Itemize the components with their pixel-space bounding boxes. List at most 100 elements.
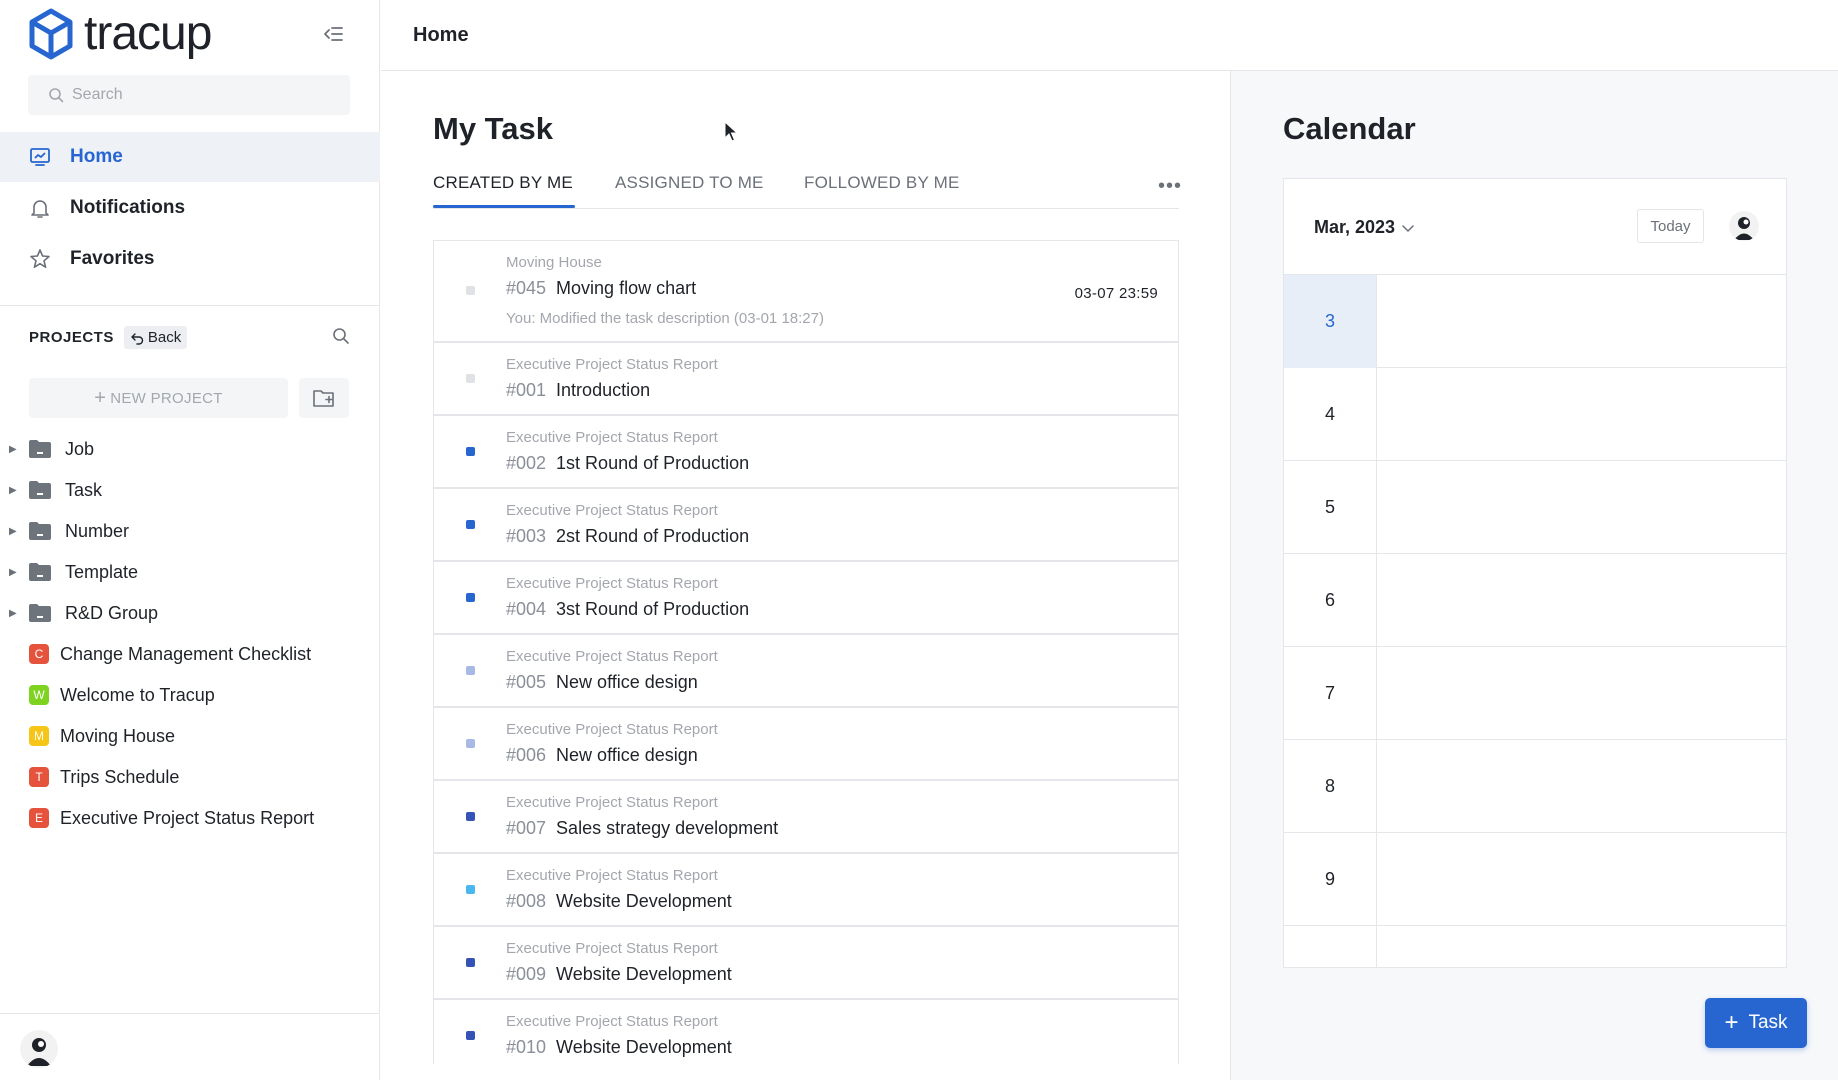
calendar-box: Mar, 2023 Today 3 4 5 6 7 8 9	[1283, 178, 1787, 968]
task-activity: You: Modified the task description (03-0…	[506, 310, 824, 327]
project-badge: W	[29, 685, 49, 705]
sidebar: tracup Home Notifications	[0, 0, 380, 1080]
project-item-trips-schedule[interactable]: T Trips Schedule	[0, 759, 380, 795]
calendar-row: 5	[1284, 461, 1786, 554]
page-title: Home	[413, 24, 469, 46]
folder-icon	[29, 522, 51, 540]
calendar-column-divider	[1376, 926, 1377, 967]
task-project: Executive Project Status Report	[506, 721, 718, 738]
task-title: #009 Website Development	[506, 964, 732, 985]
task-card[interactable]: Executive Project Status Report #001 Intr…	[433, 342, 1179, 415]
undo-arrow-icon	[131, 332, 144, 345]
task-card[interactable]: Executive Project Status Report #007 Sale…	[433, 780, 1179, 853]
sidebar-search[interactable]	[28, 75, 350, 115]
active-tab-indicator	[433, 205, 575, 208]
task-id: #004	[506, 599, 547, 619]
collapse-sidebar-button[interactable]	[322, 22, 348, 48]
task-project: Executive Project Status Report	[506, 867, 718, 884]
task-name: 3st Round of Production	[556, 599, 750, 619]
task-name: New office design	[556, 745, 698, 765]
folder-item-job[interactable]: ▶ Job	[0, 431, 380, 467]
calendar-row: 9	[1284, 833, 1786, 926]
month-selector[interactable]: Mar, 2023	[1314, 217, 1415, 238]
project-item-executive-report[interactable]: E Executive Project Status Report	[0, 800, 380, 836]
today-button[interactable]: Today	[1637, 209, 1704, 243]
folder-item-number[interactable]: ▶ Number	[0, 513, 380, 549]
calendar-day[interactable]: 7	[1284, 647, 1377, 740]
folder-item-rd-group[interactable]: ▶ R&D Group	[0, 595, 380, 631]
status-dot	[466, 286, 475, 295]
task-card[interactable]: Executive Project Status Report #009 Webs…	[433, 926, 1179, 999]
calendar-row: 4	[1284, 368, 1786, 461]
task-title: #006 New office design	[506, 745, 698, 766]
caret-right-icon[interactable]: ▶	[9, 526, 19, 537]
task-title: #045 Moving flow chart	[506, 278, 696, 299]
task-card[interactable]: Executive Project Status Report #003 2st …	[433, 488, 1179, 561]
status-dot	[466, 593, 475, 602]
folder-plus-icon	[313, 390, 334, 407]
avatar-icon	[27, 1038, 51, 1066]
folder-item-task[interactable]: ▶ Task	[0, 472, 380, 508]
search-input[interactable]	[72, 86, 332, 104]
caret-right-icon[interactable]: ▶	[9, 567, 19, 578]
task-card[interactable]: Executive Project Status Report #006 New …	[433, 707, 1179, 780]
tab-created-by-me[interactable]: CREATED BY ME	[433, 173, 573, 193]
task-project: Executive Project Status Report	[506, 648, 718, 665]
user-avatar[interactable]	[20, 1030, 58, 1068]
task-title: #002 1st Round of Production	[506, 453, 749, 474]
project-item-moving-house[interactable]: M Moving House	[0, 718, 380, 754]
caret-right-icon[interactable]: ▶	[9, 608, 19, 619]
nav-item-notifications[interactable]: Notifications	[0, 183, 380, 233]
task-card[interactable]: Executive Project Status Report #010 Webs…	[433, 999, 1179, 1064]
task-title: #008 Website Development	[506, 891, 732, 912]
task-id: #003	[506, 526, 547, 546]
folder-label: Template	[65, 561, 139, 582]
projects-header: PROJECTS Back	[29, 326, 188, 349]
nav-item-home[interactable]: Home	[0, 132, 380, 182]
task-due-date: 03-07 23:59	[1074, 285, 1158, 302]
calendar-row: 8	[1284, 740, 1786, 833]
task-id: #008	[506, 891, 547, 911]
search-icon	[49, 88, 64, 103]
caret-right-icon[interactable]: ▶	[9, 485, 19, 496]
caret-right-icon[interactable]: ▶	[9, 444, 19, 455]
calendar-user-avatar[interactable]	[1729, 211, 1759, 241]
mouse-cursor-icon	[724, 121, 738, 142]
project-search-button[interactable]	[332, 327, 352, 347]
calendar-day[interactable]: 5	[1284, 461, 1377, 554]
task-id: #009	[506, 964, 547, 984]
task-card[interactable]: Executive Project Status Report #008 Webs…	[433, 853, 1179, 926]
back-button[interactable]: Back	[123, 326, 188, 349]
add-task-button[interactable]: + Task	[1705, 998, 1807, 1048]
status-dot	[466, 447, 475, 456]
tab-followed-by-me[interactable]: FOLLOWED BY ME	[804, 173, 960, 193]
more-options-icon[interactable]: •••	[1158, 175, 1182, 198]
new-project-button[interactable]: + NEW PROJECT	[29, 378, 288, 418]
calendar-day[interactable]: 6	[1284, 554, 1377, 647]
project-item-change-management[interactable]: C Change Management Checklist	[0, 636, 380, 672]
task-card[interactable]: Moving House #045 Moving flow chart You: …	[433, 240, 1179, 342]
brand-logo[interactable]: tracup	[28, 8, 212, 60]
calendar-day[interactable]: 8	[1284, 740, 1377, 833]
task-id: #001	[506, 380, 547, 400]
nav-item-favorites[interactable]: Favorites	[0, 234, 380, 284]
task-card[interactable]: Executive Project Status Report #004 3st …	[433, 561, 1179, 634]
avatar-icon	[1734, 217, 1754, 240]
project-label: Trips Schedule	[60, 766, 180, 787]
calendar-day[interactable]: 4	[1284, 368, 1377, 461]
calendar-day[interactable]: 9	[1284, 833, 1377, 926]
project-item-welcome[interactable]: W Welcome to Tracup	[0, 677, 380, 713]
chevron-down-icon	[1402, 224, 1414, 232]
bell-icon	[28, 196, 52, 220]
task-title: #003 2st Round of Production	[506, 526, 749, 547]
tab-assigned-to-me[interactable]: ASSIGNED TO ME	[615, 173, 764, 193]
calendar-day[interactable]: 3	[1284, 275, 1377, 368]
task-card[interactable]: Executive Project Status Report #005 New …	[433, 634, 1179, 707]
projects-title: PROJECTS	[29, 329, 114, 346]
new-folder-button[interactable]	[299, 378, 349, 418]
task-name: 1st Round of Production	[556, 453, 750, 473]
status-dot	[466, 739, 475, 748]
back-label: Back	[147, 329, 182, 346]
folder-item-template[interactable]: ▶ Template	[0, 554, 380, 590]
task-card[interactable]: Executive Project Status Report #002 1st …	[433, 415, 1179, 488]
